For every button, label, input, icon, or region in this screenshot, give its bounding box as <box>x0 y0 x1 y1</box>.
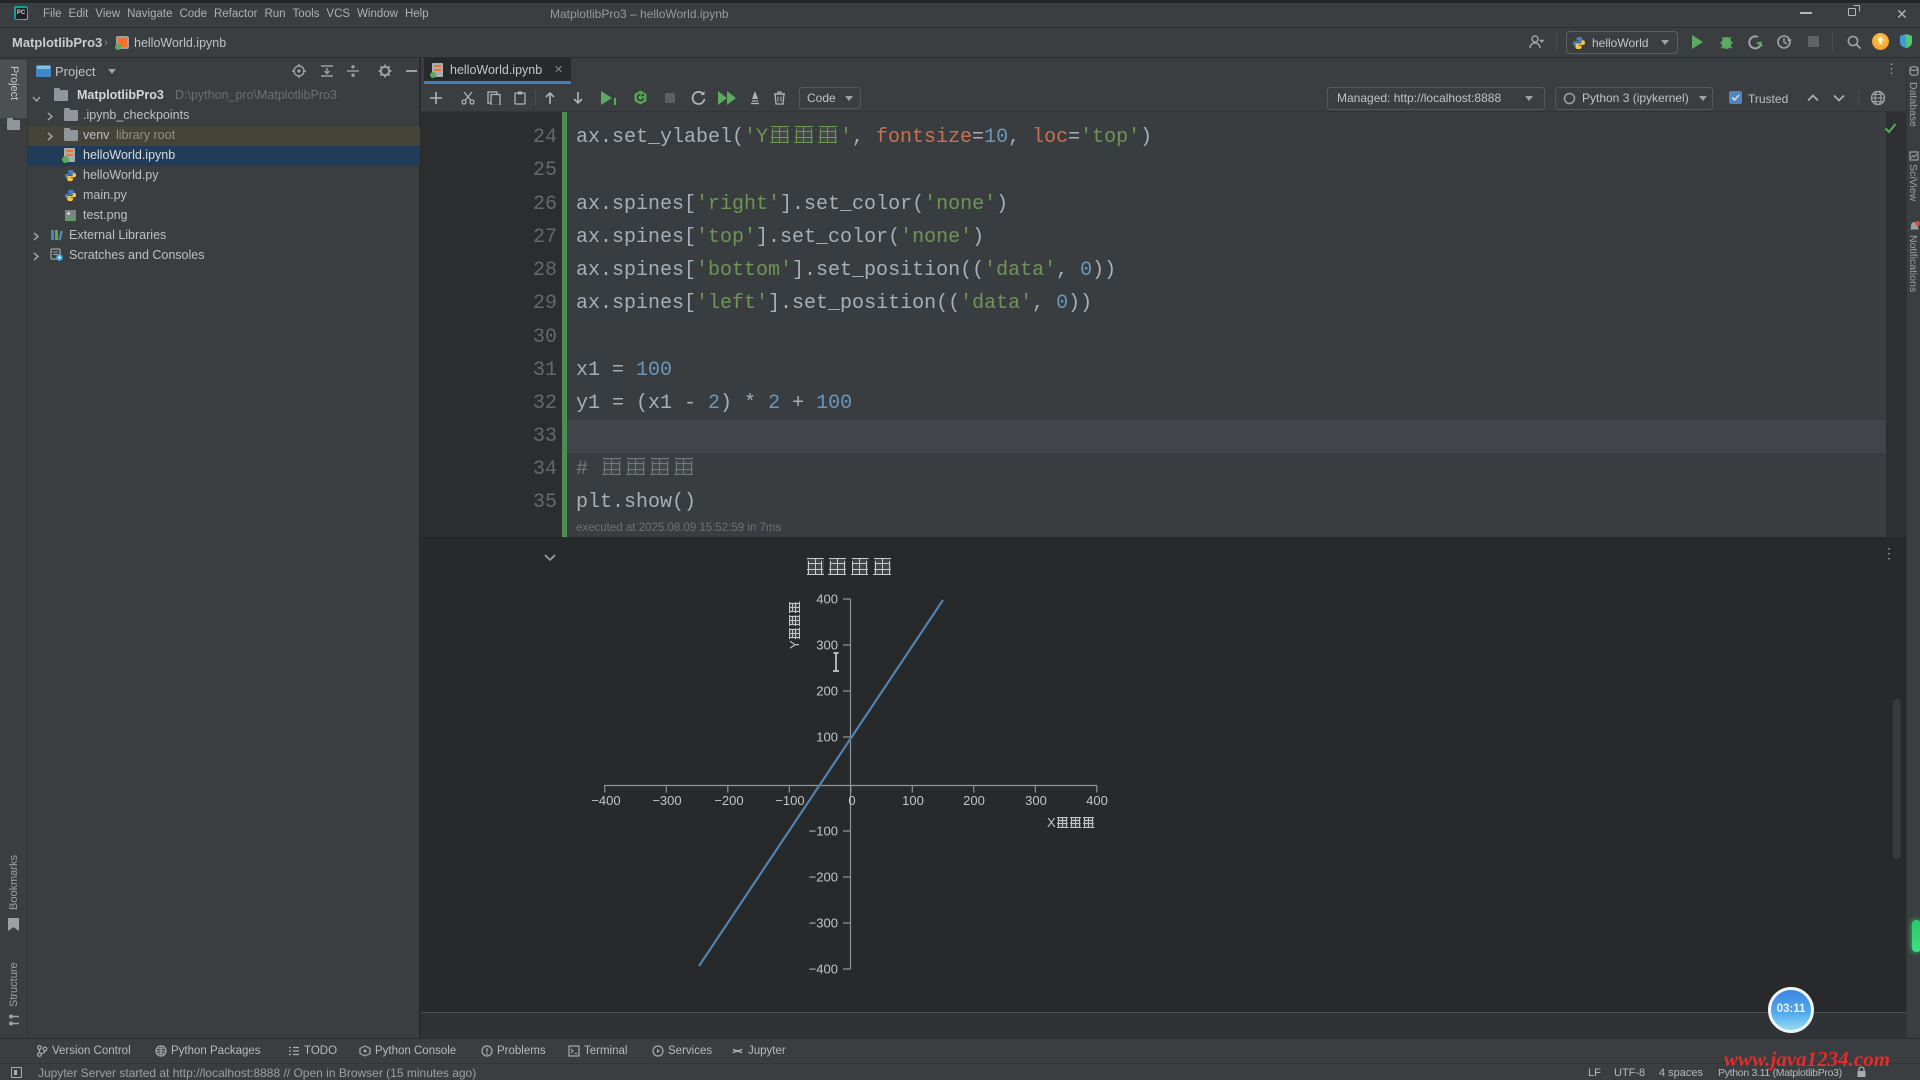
svg-text:−400: −400 <box>591 793 620 808</box>
svg-text:−300: −300 <box>809 916 838 931</box>
svg-text:200: 200 <box>816 684 838 699</box>
svg-text:100: 100 <box>902 793 924 808</box>
svg-text:−200: −200 <box>714 793 743 808</box>
svg-text:400: 400 <box>1086 793 1108 808</box>
svg-text:−400: −400 <box>809 962 838 977</box>
svg-text:200: 200 <box>963 793 985 808</box>
svg-text:0: 0 <box>848 793 855 808</box>
svg-text:100: 100 <box>816 730 838 745</box>
svg-text:−100: −100 <box>809 824 838 839</box>
svg-text:300: 300 <box>1025 793 1047 808</box>
svg-text:400: 400 <box>816 592 838 607</box>
svg-text:300: 300 <box>816 638 838 653</box>
svg-text:−300: −300 <box>652 793 681 808</box>
svg-text:−100: −100 <box>775 793 804 808</box>
svg-text:−200: −200 <box>809 870 838 885</box>
